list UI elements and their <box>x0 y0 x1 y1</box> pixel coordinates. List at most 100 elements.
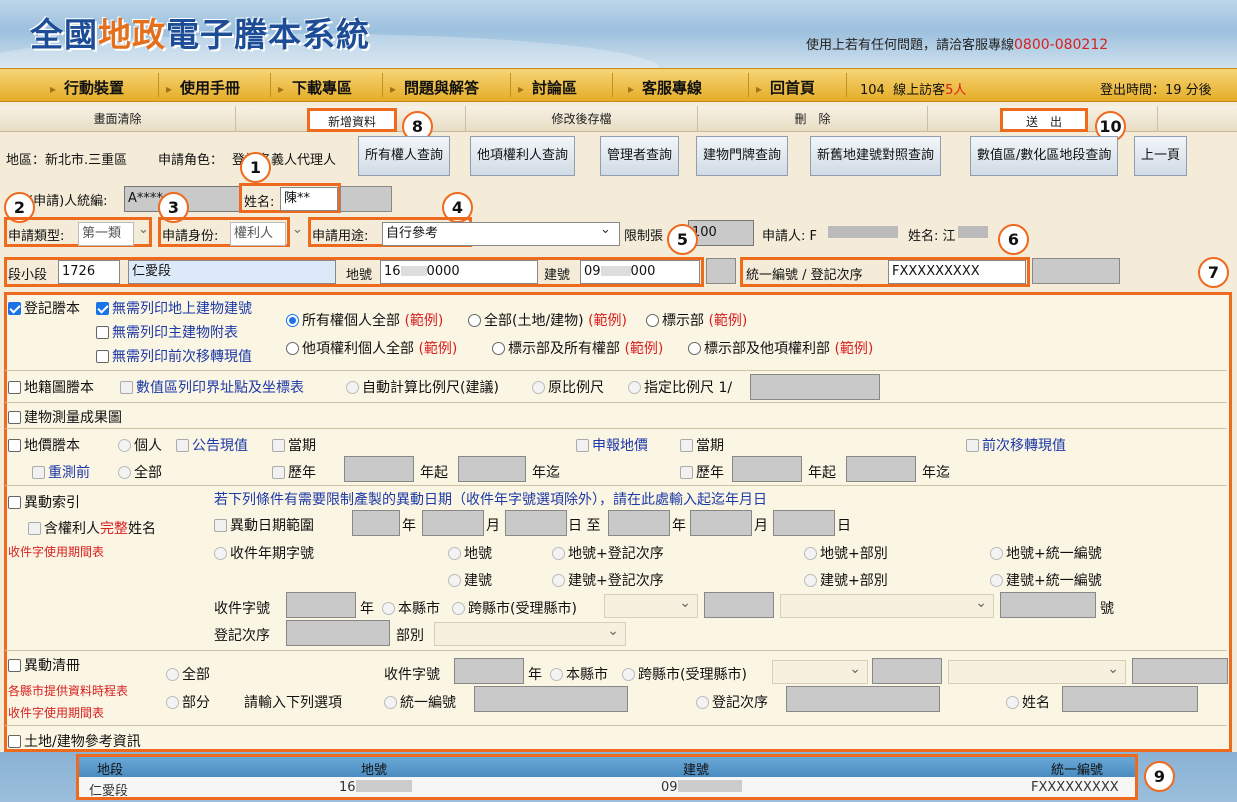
type-select[interactable]: 第一類 <box>78 222 134 246</box>
price-all-radio[interactable]: 全部 <box>118 462 162 482</box>
opt-land-part-radio[interactable]: 地號+部別 <box>804 543 888 563</box>
cross-county-radio[interactable]: 跨縣市(受理縣市) <box>452 598 577 618</box>
opt-land-uid-radio[interactable]: 地號+統一編號 <box>990 543 1102 563</box>
from-year-field[interactable] <box>352 510 400 536</box>
custom-scale-radio[interactable]: 指定比例尺 1/ <box>628 377 732 397</box>
from-month-field[interactable] <box>422 510 484 536</box>
back-button[interactable]: 上一頁 <box>1134 136 1188 176</box>
add-data-button[interactable]: 新增資料 <box>307 108 397 132</box>
all-radio[interactable]: 全部(土地/建物) (範例) <box>468 310 627 330</box>
full-owner-name-option[interactable]: 含權利人完整姓名 <box>28 518 156 538</box>
declared-from-year[interactable] <box>732 456 802 482</box>
delete-button[interactable]: 刪 除 <box>698 106 928 132</box>
recv-year-field[interactable] <box>286 592 356 618</box>
opt-land-radio[interactable]: 地號 <box>448 543 492 563</box>
opt-bldg-uid-radio[interactable]: 建號+統一編號 <box>990 570 1102 590</box>
label-other-part-radio[interactable]: 標示部及他項權利部 (範例) <box>688 338 873 358</box>
clear-button[interactable]: 畫面清除 <box>0 106 236 132</box>
this-county-radio[interactable]: 本縣市 <box>382 598 440 618</box>
list-seq-radio[interactable]: 登記次序 <box>696 692 768 712</box>
uid-field[interactable]: FXXXXXXXXX <box>888 260 1026 284</box>
label-part-radio[interactable]: 標示部 (範例) <box>646 310 747 330</box>
date-range-option[interactable]: 異動日期範圍 <box>214 515 314 535</box>
other-rights-query-button[interactable]: 他項權利人查詢 <box>470 136 576 176</box>
to-year-field[interactable] <box>608 510 670 536</box>
list-uid-field[interactable] <box>474 686 628 712</box>
word-field[interactable] <box>704 592 774 618</box>
reg-seq-field[interactable] <box>286 620 390 646</box>
period-table-link[interactable]: 收件字使用期間表 <box>8 543 104 560</box>
nav-faq[interactable]: 問題與解答 <box>390 77 479 98</box>
no-prev-transfer-option[interactable]: 無需列印前次移轉現值 <box>96 346 252 366</box>
list-this-county-radio[interactable]: 本縣市 <box>550 664 608 684</box>
list-county-select[interactable] <box>772 660 868 684</box>
old-new-number-query-button[interactable]: 新舊地建號對照查詢 <box>810 136 942 176</box>
save-button[interactable]: 修改後存檔 <box>466 106 698 132</box>
auto-scale-radio[interactable]: 自動計算比例尺(建議) <box>346 377 499 397</box>
county-select[interactable] <box>604 594 698 618</box>
county-schedule-link[interactable]: 各縣市提供資料時程表 <box>8 682 128 699</box>
list-recv-number-field[interactable] <box>1132 658 1228 684</box>
custom-scale-field[interactable] <box>750 374 880 400</box>
opt-bldg-radio[interactable]: 建號 <box>448 570 492 590</box>
announce-from-year[interactable] <box>344 456 414 482</box>
nav-mobile[interactable]: 行動裝置 <box>50 77 124 98</box>
announce-to-year[interactable] <box>458 456 526 482</box>
label-owner-part-radio[interactable]: 標示部及所有權部 (範例) <box>492 338 663 358</box>
list-recv-year-field[interactable] <box>454 658 524 684</box>
section-code-field[interactable]: 1726 <box>58 260 120 284</box>
list-part-radio[interactable]: 部分 <box>166 692 210 712</box>
land-number-field[interactable]: 16 0000 <box>380 260 538 284</box>
opt-bldg-part-radio[interactable]: 建號+部別 <box>804 570 888 590</box>
owner-query-button[interactable]: 所有權人查詢 <box>358 136 451 176</box>
no-building-number-option[interactable]: 無需列印地上建物建號 <box>96 298 252 318</box>
pre-remeasure-option[interactable]: 重測前 <box>32 462 90 482</box>
list-seq-field[interactable] <box>786 686 940 712</box>
nav-download[interactable]: 下載專區 <box>278 77 352 98</box>
part-select[interactable] <box>434 622 626 646</box>
building-survey-option[interactable]: 建物測量成果圖 <box>8 407 122 427</box>
purpose-select[interactable]: 自行參考 <box>382 222 620 246</box>
nav-forum[interactable]: 討論區 <box>518 77 577 98</box>
submit-button[interactable]: 送 出 <box>1000 108 1088 132</box>
change-index-option[interactable]: 異動索引 <box>8 492 80 512</box>
opt-bldg-seq-radio[interactable]: 建號+登記次序 <box>552 570 664 590</box>
declared-current-option[interactable]: 當期 <box>680 435 724 455</box>
list-word-select[interactable] <box>948 660 1126 684</box>
cadastral-map-option[interactable]: 地籍圖謄本 <box>8 377 94 397</box>
from-day-field[interactable] <box>505 510 567 536</box>
coord-table-option[interactable]: 數值區列印界址點及坐標表 <box>120 377 304 397</box>
list-period-link[interactable]: 收件字使用期間表 <box>8 704 104 721</box>
address-query-button[interactable]: 建物門牌查詢 <box>696 136 789 176</box>
table-row[interactable]: 仁愛段 16 09 FXXXXXXXXX <box>79 777 1135 799</box>
original-scale-radio[interactable]: 原比例尺 <box>532 377 604 397</box>
list-all-radio[interactable]: 全部 <box>166 664 210 684</box>
recv-year-radio[interactable]: 收件年期字號 <box>214 543 314 563</box>
list-uid-radio[interactable]: 統一編號 <box>384 692 456 712</box>
section-name-field[interactable]: 仁愛段 <box>128 260 336 284</box>
to-month-field[interactable] <box>690 510 752 536</box>
nav-home[interactable]: 回首頁 <box>756 77 815 98</box>
limit-field[interactable]: 100 <box>688 220 754 246</box>
land-price-option[interactable]: 地價謄本 <box>8 435 80 455</box>
declared-price-option[interactable]: 申報地價 <box>576 435 648 455</box>
no-main-building-option[interactable]: 無需列印主建物附表 <box>96 322 238 342</box>
nav-manual[interactable]: 使用手冊 <box>166 77 240 98</box>
other-rights-personal-radio[interactable]: 他項權利個人全部 (範例) <box>286 338 457 358</box>
nav-service[interactable]: 客服專線 <box>628 77 702 98</box>
change-list-option[interactable]: 異動清冊 <box>8 655 80 675</box>
announce-history-option[interactable]: 歷年 <box>272 462 316 482</box>
price-personal-radio[interactable]: 個人 <box>118 435 162 455</box>
word-select[interactable] <box>780 594 994 618</box>
prev-transfer-value-option[interactable]: 前次移轉現值 <box>966 435 1066 455</box>
declared-history-option[interactable]: 歷年 <box>680 462 724 482</box>
to-day-field[interactable] <box>773 510 835 536</box>
list-name-field[interactable] <box>1062 686 1198 712</box>
announce-current-option[interactable]: 當期 <box>272 435 316 455</box>
numeric-section-query-button[interactable]: 數值區/數化區地段查詢 <box>970 136 1119 176</box>
land-ref-option[interactable]: 土地/建物參考資訊 <box>8 731 141 751</box>
recv-number-field[interactable] <box>1000 592 1096 618</box>
owner-personal-radio[interactable]: 所有權個人全部 (範例) <box>286 310 443 330</box>
list-cross-county-radio[interactable]: 跨縣市(受理縣市) <box>622 664 747 684</box>
opt-land-seq-radio[interactable]: 地號+登記次序 <box>552 543 664 563</box>
